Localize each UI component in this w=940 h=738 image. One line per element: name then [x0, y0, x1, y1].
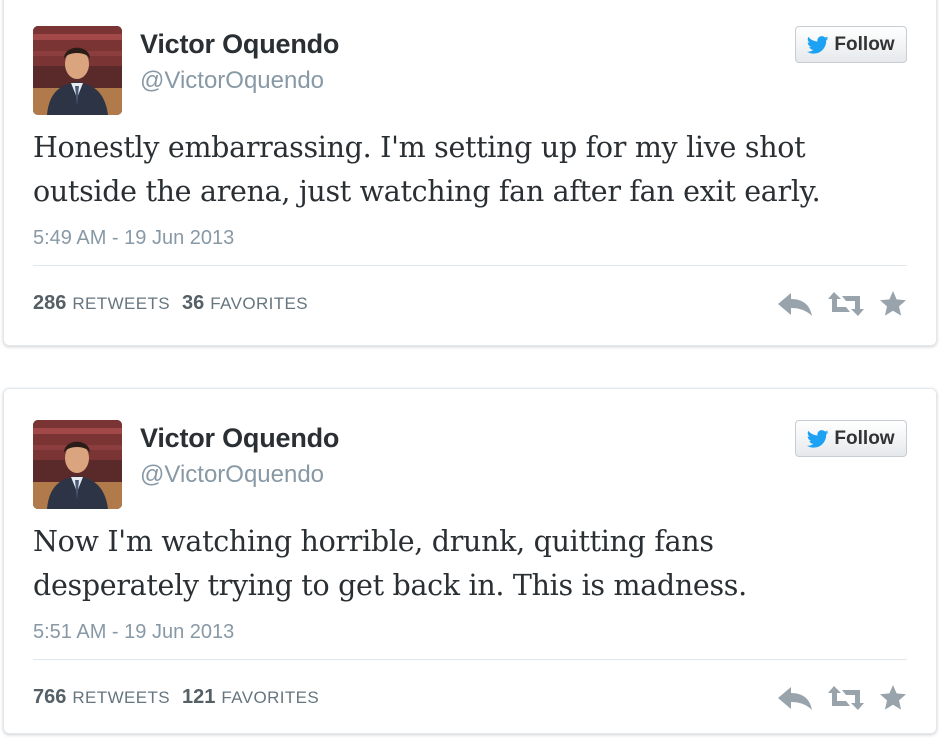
- tweet-card: Victor Oquendo @VictorOquendo Follow Hon…: [3, 0, 937, 346]
- tweet-stats: 766 RETWEETS 121 FAVORITES: [33, 686, 331, 709]
- favorite-count[interactable]: 36: [182, 292, 204, 315]
- follow-button[interactable]: Follow: [795, 26, 907, 63]
- bird-icon: [807, 429, 829, 448]
- author-name[interactable]: Victor Oquendo: [140, 29, 339, 60]
- tweet-text-line: Honestly embarrassing. I'm setting up fo…: [33, 131, 806, 164]
- favorite-icon[interactable]: [879, 684, 907, 711]
- favorite-label[interactable]: FAVORITES: [221, 688, 319, 708]
- follow-button[interactable]: Follow: [795, 420, 907, 457]
- tweet-actions: [777, 290, 907, 317]
- tweet-timestamp[interactable]: 5:49 AM - 19 Jun 2013: [33, 227, 234, 250]
- author-name[interactable]: Victor Oquendo: [140, 423, 339, 454]
- favorite-icon[interactable]: [879, 290, 907, 317]
- follow-label: Follow: [834, 33, 895, 55]
- reply-icon[interactable]: [777, 685, 813, 711]
- tweet-text: Honestly embarrassing. I'm setting up fo…: [33, 126, 893, 214]
- author-handle[interactable]: @VictorOquendo: [140, 461, 324, 489]
- tweet-text-line: outside the arena, just watching fan aft…: [33, 175, 821, 208]
- retweet-icon[interactable]: [827, 685, 865, 711]
- tweet-actions: [777, 684, 907, 711]
- bird-icon: [807, 35, 829, 54]
- author-avatar[interactable]: [33, 26, 122, 115]
- tweet-text-line: desperately trying to get back in. This …: [33, 569, 747, 602]
- tweet-text-line: Now I'm watching horrible, drunk, quitti…: [33, 525, 714, 558]
- retweet-label[interactable]: RETWEETS: [72, 688, 170, 708]
- tweet-text: Now I'm watching horrible, drunk, quitti…: [33, 520, 893, 608]
- retweet-count[interactable]: 286: [33, 292, 66, 315]
- favorite-count[interactable]: 121: [182, 686, 215, 709]
- reply-icon[interactable]: [777, 291, 813, 317]
- author-handle[interactable]: @VictorOquendo: [140, 67, 324, 95]
- author-avatar[interactable]: [33, 420, 122, 509]
- favorite-label[interactable]: FAVORITES: [210, 294, 308, 314]
- retweet-label[interactable]: RETWEETS: [72, 294, 170, 314]
- follow-label: Follow: [834, 427, 895, 449]
- tweet-card: Victor Oquendo @VictorOquendo Follow Now…: [3, 388, 937, 734]
- tweet-timestamp[interactable]: 5:51 AM - 19 Jun 2013: [33, 621, 234, 644]
- retweet-count[interactable]: 766: [33, 686, 66, 709]
- tweet-stats: 286 RETWEETS 36 FAVORITES: [33, 292, 320, 315]
- retweet-icon[interactable]: [827, 291, 865, 317]
- divider: [33, 659, 907, 660]
- divider: [33, 265, 907, 266]
